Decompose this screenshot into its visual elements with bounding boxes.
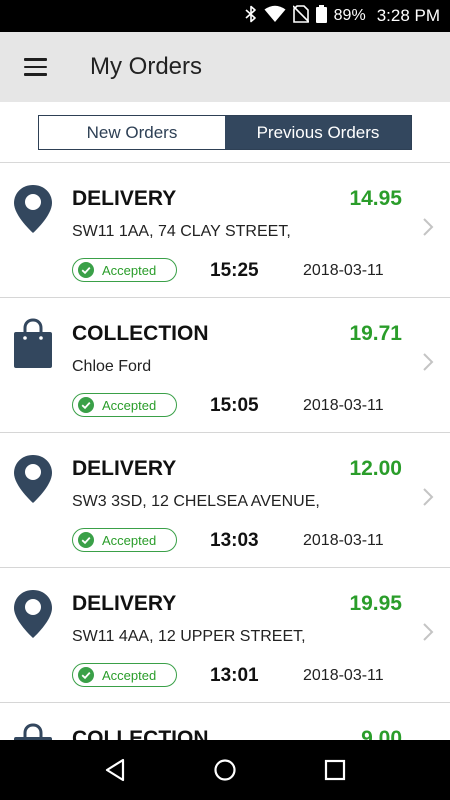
order-type: DELIVERY bbox=[72, 187, 177, 210]
chevron-right-icon bbox=[423, 218, 434, 236]
recents-icon[interactable] bbox=[315, 750, 355, 790]
status-icons: 89% 3:28 PM bbox=[245, 0, 440, 32]
check-circle-icon bbox=[78, 667, 94, 683]
back-icon[interactable] bbox=[95, 750, 135, 790]
check-circle-icon bbox=[78, 397, 94, 413]
order-time: 13:03 bbox=[210, 530, 259, 551]
battery-icon bbox=[315, 4, 327, 28]
shopping-bag-icon bbox=[14, 723, 52, 740]
order-row[interactable]: DELIVERY 19.95 SW11 4AA, 12 UPPER STREET… bbox=[0, 568, 450, 703]
order-address: SW11 4AA, 12 UPPER STREET, bbox=[72, 628, 306, 645]
order-date: 2018-03-11 bbox=[303, 397, 384, 414]
order-type: COLLECTION bbox=[72, 727, 209, 740]
location-pin-icon bbox=[14, 455, 52, 503]
order-date: 2018-03-11 bbox=[303, 262, 384, 279]
hamburger-menu-icon[interactable] bbox=[14, 47, 56, 87]
order-price: 12.00 bbox=[349, 457, 402, 480]
order-row[interactable]: DELIVERY 14.95 SW11 1AA, 74 CLAY STREET,… bbox=[0, 163, 450, 298]
check-circle-icon bbox=[78, 262, 94, 278]
app-bar: My Orders bbox=[0, 32, 450, 102]
wifi-icon bbox=[264, 5, 286, 28]
check-circle-icon bbox=[78, 532, 94, 548]
status-bar: 89% 3:28 PM bbox=[0, 0, 450, 32]
order-row[interactable]: DELIVERY 12.00 SW3 3SD, 12 CHELSEA AVENU… bbox=[0, 433, 450, 568]
order-date: 2018-03-11 bbox=[303, 532, 384, 549]
page-title: My Orders bbox=[90, 53, 203, 80]
chevron-right-icon bbox=[423, 353, 434, 371]
status-badge: Accepted bbox=[72, 393, 177, 417]
system-nav-bar bbox=[0, 740, 450, 800]
status-label: Accepted bbox=[102, 262, 157, 278]
clock: 3:28 PM bbox=[376, 6, 440, 25]
order-row[interactable]: COLLECTION 9.00 bbox=[0, 703, 450, 740]
status-label: Accepted bbox=[102, 667, 157, 683]
status-label: Accepted bbox=[102, 397, 157, 413]
status-badge: Accepted bbox=[72, 663, 177, 687]
order-price: 14.95 bbox=[349, 187, 402, 210]
order-price: 9.00 bbox=[361, 727, 402, 740]
status-badge: Accepted bbox=[72, 258, 177, 282]
tab-new-orders[interactable]: New Orders bbox=[39, 116, 225, 149]
status-badge: Accepted bbox=[72, 528, 177, 552]
order-price: 19.95 bbox=[349, 592, 402, 615]
home-icon[interactable] bbox=[205, 750, 245, 790]
orders-tab-switch: New Orders Previous Orders bbox=[38, 115, 412, 150]
order-type: DELIVERY bbox=[72, 457, 177, 480]
chevron-right-icon bbox=[423, 488, 434, 506]
customer-name: Chloe Ford bbox=[72, 358, 152, 375]
location-pin-icon bbox=[14, 590, 52, 638]
bluetooth-icon bbox=[245, 5, 257, 28]
order-address: SW11 1AA, 74 CLAY STREET, bbox=[72, 223, 291, 240]
order-type: COLLECTION bbox=[72, 322, 209, 345]
battery-percent: 89% bbox=[333, 7, 366, 24]
location-pin-icon bbox=[14, 185, 52, 233]
order-time: 15:05 bbox=[210, 395, 259, 416]
order-price: 19.71 bbox=[349, 322, 402, 345]
status-label: Accepted bbox=[102, 532, 157, 548]
orders-list: DELIVERY 14.95 SW11 1AA, 74 CLAY STREET,… bbox=[0, 162, 450, 740]
tab-previous-orders[interactable]: Previous Orders bbox=[225, 116, 411, 149]
order-row[interactable]: COLLECTION 19.71 Chloe Ford Accepted 15:… bbox=[0, 298, 450, 433]
shopping-bag-icon bbox=[14, 318, 52, 368]
order-time: 15:25 bbox=[210, 260, 259, 281]
order-time: 13:01 bbox=[210, 665, 259, 686]
order-date: 2018-03-11 bbox=[303, 667, 384, 684]
no-sim-icon bbox=[292, 4, 310, 28]
chevron-right-icon bbox=[423, 623, 434, 641]
order-address: SW3 3SD, 12 CHELSEA AVENUE, bbox=[72, 493, 320, 510]
order-type: DELIVERY bbox=[72, 592, 177, 615]
